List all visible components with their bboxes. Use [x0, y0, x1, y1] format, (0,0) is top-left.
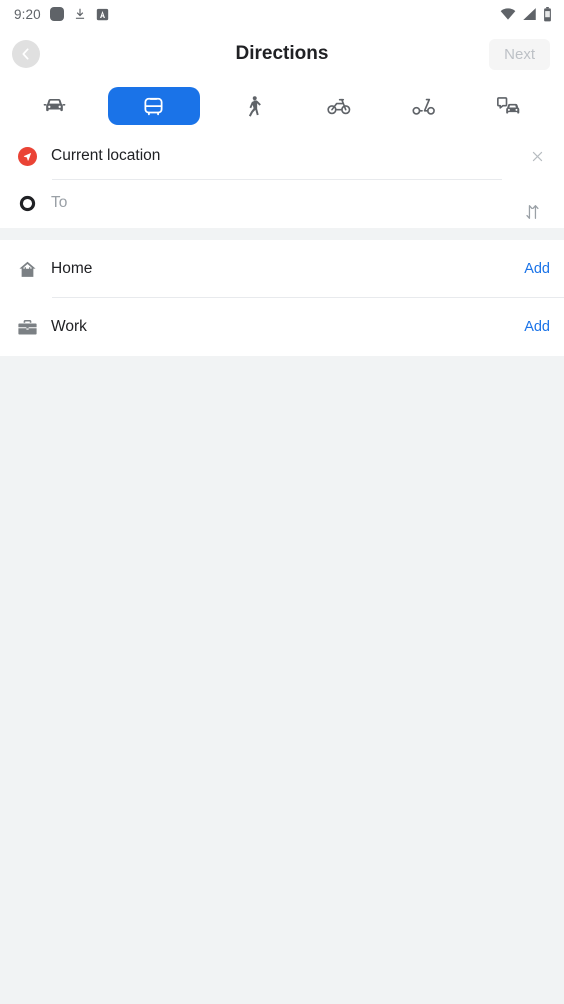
shortcut-add-work[interactable]: Add — [524, 319, 550, 335]
destination-input[interactable]: To — [42, 194, 550, 212]
swap-vertical-icon[interactable] — [518, 198, 546, 226]
rideshare-icon — [496, 93, 522, 119]
travel-mode-tabs — [0, 80, 564, 132]
origin-row[interactable]: Current location — [0, 132, 564, 180]
next-button[interactable]: Next — [489, 38, 550, 70]
bus-icon — [141, 94, 166, 119]
status-bar-clock: 9:20 — [14, 6, 41, 22]
travel-mode-rideshare[interactable] — [477, 88, 541, 124]
status-bar-left: 9:20 — [14, 7, 109, 22]
shortcut-add-home[interactable]: Add — [524, 261, 550, 277]
shortcut-label-home: Home — [51, 260, 93, 277]
app-header: Directions Next — [0, 28, 564, 80]
empty-content-area — [0, 356, 564, 1004]
battery-icon — [543, 6, 552, 22]
travel-mode-transit[interactable] — [107, 87, 200, 125]
saved-places-list: Home Add Work Add — [0, 240, 564, 356]
shortcut-row-home[interactable]: Home Add — [0, 240, 564, 298]
section-divider — [0, 228, 564, 240]
destination-row[interactable]: To — [0, 180, 564, 226]
walk-icon — [241, 94, 266, 119]
scooter-icon — [411, 93, 437, 119]
close-icon[interactable] — [524, 149, 550, 164]
travel-mode-driving[interactable] — [23, 88, 87, 124]
car-icon — [42, 94, 67, 119]
travel-mode-scooter[interactable] — [392, 88, 456, 124]
briefcase-icon — [12, 317, 42, 338]
shortcut-label-work: Work — [51, 318, 87, 335]
download-icon — [73, 7, 87, 21]
home-icon — [12, 259, 42, 280]
travel-mode-walking[interactable] — [221, 88, 285, 124]
app-screen: 9:20 Directions Next Current location To… — [0, 0, 564, 1004]
wifi-icon — [500, 7, 516, 21]
bicycle-icon — [326, 93, 352, 119]
rounded-square-icon — [49, 7, 64, 21]
a-box-icon — [96, 8, 109, 21]
status-bar: 9:20 — [0, 0, 564, 28]
page-title: Directions — [235, 43, 329, 64]
chevron-left-icon — [18, 46, 34, 62]
origin-input[interactable]: Current location — [42, 147, 524, 165]
navigation-arrow-icon — [12, 146, 42, 166]
destination-ring-icon — [12, 195, 42, 212]
status-bar-right — [500, 6, 552, 22]
shortcut-row-work[interactable]: Work Add — [0, 298, 564, 356]
back-button[interactable] — [12, 40, 40, 68]
signal-icon — [522, 7, 537, 21]
travel-mode-cycling[interactable] — [307, 88, 371, 124]
route-input-section: Current location To — [0, 132, 564, 228]
